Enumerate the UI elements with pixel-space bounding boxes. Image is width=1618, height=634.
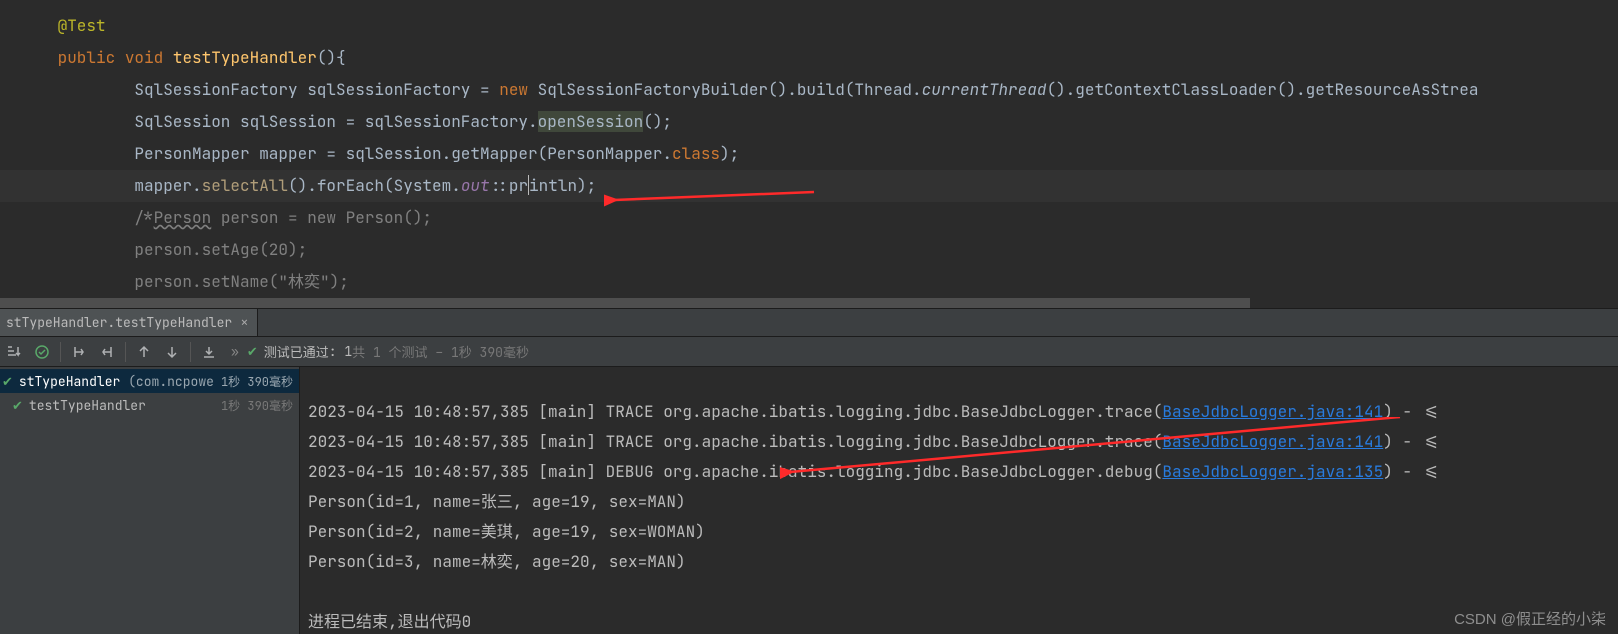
next-fail-icon[interactable] (158, 338, 186, 366)
keyword-token: class (672, 143, 720, 164)
indent (0, 271, 134, 292)
token: SqlSessionFactory sqlSessionFactory = (134, 79, 499, 100)
console-line: 2023-04-15 10:48:57,385 [main] TRACE org… (308, 401, 1441, 422)
indent (0, 175, 134, 196)
horizontal-scrollbar[interactable] (0, 298, 1618, 308)
keyword-token: new (499, 79, 528, 100)
highlighted-call: openSession (538, 111, 644, 132)
check-icon: ✔ (247, 343, 258, 360)
method-token: testTypeHandler (173, 47, 317, 68)
indent (0, 239, 134, 260)
status-detail: 共 1 个测试 – 1秒 390毫秒 (352, 342, 529, 361)
test-tree-root[interactable]: ✔ stTypeHandler (com.ncpowe 1秒 390毫秒 (0, 369, 299, 393)
test-toolbar: » ✔ 测试 已通过 : 1 共 1 个测试 – 1秒 390毫秒 (0, 337, 1618, 367)
test-tree[interactable]: ✔ stTypeHandler (com.ncpowe 1秒 390毫秒 ✔ t… (0, 367, 300, 634)
code-line: person.setName("林奕"); (0, 266, 1618, 298)
close-icon[interactable]: × (240, 314, 248, 332)
code-line: SqlSessionFactory sqlSessionFactory = ne… (0, 74, 1618, 106)
collapse-icon[interactable] (93, 338, 121, 366)
code-line: /*Person person = new Person(); (0, 202, 1618, 234)
italic-token: currentThread (922, 79, 1047, 100)
token: mapper. (134, 175, 201, 196)
comment-token: person.setName("林奕"); (134, 271, 348, 292)
test-status-text: ✔ 测试 已通过 : 1 共 1 个测试 – 1秒 390毫秒 (247, 342, 529, 361)
separator (125, 342, 126, 362)
test-tree-item[interactable]: ✔ testTypeHandler 1秒 390毫秒 (0, 393, 299, 417)
token: intln); (529, 175, 596, 196)
code-container: @Test public void testTypeHandler(){ Sql… (0, 0, 1618, 298)
annotation-arrow-icon (780, 417, 1420, 497)
keyword-token: void (125, 47, 163, 68)
static-field-token: out (461, 175, 490, 196)
expand-icon[interactable] (65, 338, 93, 366)
filter-passed-icon[interactable] (28, 338, 56, 366)
indent (0, 15, 58, 36)
source-link[interactable]: BaseJdbcLogger.java:135 (1162, 461, 1383, 482)
indent (0, 207, 134, 228)
run-tab[interactable]: stTypeHandler.testTypeHandler × (0, 309, 258, 336)
source-link[interactable]: BaseJdbcLogger.java:141 (1162, 431, 1383, 452)
status-pass: 已通过 (290, 342, 329, 361)
method-call-token: selectAll (202, 175, 288, 196)
code-line-active: mapper.selectAll().forEach(System.out::p… (0, 170, 1618, 202)
keyword-token: public (58, 47, 116, 68)
code-line: PersonMapper mapper = sqlSession.getMapp… (0, 138, 1618, 170)
token: ); (720, 143, 739, 164)
token: ().forEach(System. (288, 175, 461, 196)
annotation-token: @Test (58, 15, 106, 36)
token: ().getContextClassLoader().getResourceAs… (1046, 79, 1478, 100)
token: PersonMapper mapper = sqlSession.getMapp… (134, 143, 672, 164)
status-label: 测试 (264, 342, 290, 361)
test-class-name: stTypeHandler (com.ncpowe (19, 373, 215, 390)
lower-panel: ✔ stTypeHandler (com.ncpowe 1秒 390毫秒 ✔ t… (0, 367, 1618, 634)
console-line: 2023-04-15 10:48:57,385 [main] DEBUG org… (308, 461, 1441, 482)
prev-fail-icon[interactable] (130, 338, 158, 366)
check-icon: ✔ (2, 373, 13, 390)
caret (528, 175, 529, 195)
console-line: Person(id=1, name=张三, age=19, sex=MAN) (308, 491, 686, 512)
code-line: SqlSession sqlSession = sqlSessionFactor… (0, 106, 1618, 138)
watermark: CSDN @假正经的小柒 (1454, 608, 1606, 629)
separator (60, 342, 61, 362)
scrollbar-thumb[interactable] (0, 298, 1250, 308)
indent (0, 79, 134, 100)
separator (190, 342, 191, 362)
token: ::pr (490, 175, 528, 196)
console-line: 进程已结束,退出代码0 (308, 611, 471, 632)
run-tab-bar: stTypeHandler.testTypeHandler × (0, 309, 1618, 337)
comment-token: person.setAge(20); (134, 239, 307, 260)
token: SqlSessionFactoryBuilder().build(Thread. (528, 79, 922, 100)
indent (0, 143, 134, 164)
code-line: public void testTypeHandler(){ (0, 42, 1618, 74)
console-line: Person(id=2, name=美琪, age=19, sex=WOMAN) (308, 521, 705, 542)
console-line: 2023-04-15 10:48:57,385 [main] TRACE org… (308, 431, 1441, 452)
indent (0, 47, 58, 68)
tab-label: stTypeHandler.testTypeHandler (6, 314, 232, 331)
duration-label: 1秒 390毫秒 (215, 373, 293, 390)
code-editor[interactable]: @Test public void testTypeHandler(){ Sql… (0, 0, 1618, 308)
code-line: person.setAge(20); (0, 234, 1618, 266)
more-icon[interactable]: » (231, 343, 239, 360)
test-method-name: testTypeHandler (29, 397, 215, 414)
token: (){ (317, 47, 346, 68)
comment-token: /*Person person = new Person(); (134, 207, 432, 228)
check-icon: ✔ (12, 397, 23, 414)
console-output[interactable]: 2023-04-15 10:48:57,385 [main] TRACE org… (300, 367, 1618, 634)
code-line: @Test (0, 10, 1618, 42)
source-link[interactable]: BaseJdbcLogger.java:141 (1162, 401, 1383, 422)
status-count: : 1 (329, 343, 352, 360)
export-icon[interactable] (195, 338, 223, 366)
console-line: Person(id=3, name=林奕, age=20, sex=MAN) (308, 551, 686, 572)
token: (); (643, 111, 672, 132)
indent (0, 111, 134, 132)
sort-az-icon[interactable] (0, 338, 28, 366)
token: SqlSession sqlSession = sqlSessionFactor… (134, 111, 537, 132)
duration-label: 1秒 390毫秒 (215, 397, 293, 414)
